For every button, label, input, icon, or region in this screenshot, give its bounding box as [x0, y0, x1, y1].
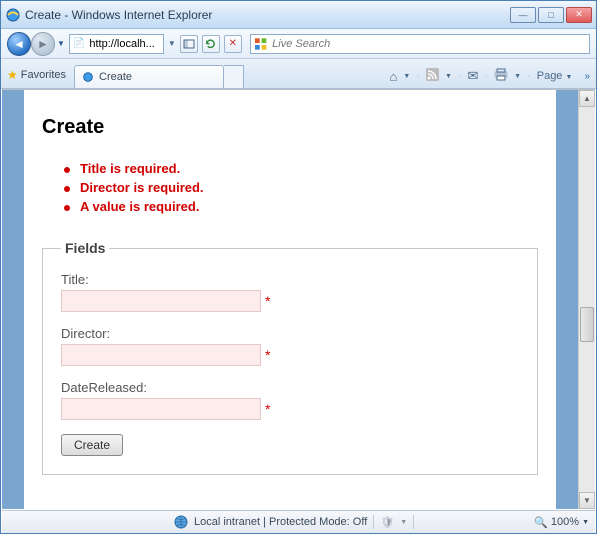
director-input[interactable]	[61, 344, 261, 366]
scroll-up-button[interactable]: ▲	[579, 90, 595, 107]
forward-button[interactable]: ►	[31, 32, 55, 56]
tab-bar: ★ Favorites Create ⌂▼ · ▼ · ✉ · ▼ · Page…	[1, 59, 596, 89]
search-box[interactable]	[250, 34, 590, 54]
navigation-bar: ◄ ► ▼ 📄 ▼ ✕	[1, 29, 596, 59]
zoom-control[interactable]: 🔍 100% ▼	[534, 516, 589, 529]
datereleased-label: DateReleased:	[61, 380, 519, 395]
title-input[interactable]	[61, 290, 261, 312]
feeds-icon[interactable]	[426, 68, 439, 84]
new-tab-button[interactable]	[224, 65, 244, 88]
maximize-button[interactable]: □	[538, 7, 564, 23]
mail-icon[interactable]: ✉	[468, 68, 479, 84]
address-dropdown-icon[interactable]: ▼	[168, 39, 176, 48]
create-button[interactable]: Create	[61, 434, 123, 456]
live-search-icon	[254, 37, 267, 51]
page-heading: Create	[42, 116, 538, 139]
security-zone-text: Local intranet | Protected Mode: Off	[194, 516, 367, 528]
ie-page-icon	[81, 70, 95, 84]
scroll-down-button[interactable]: ▼	[579, 492, 595, 509]
home-icon[interactable]: ⌂	[389, 69, 397, 84]
zoom-level: 100%	[551, 516, 579, 528]
scroll-track[interactable]	[579, 107, 595, 492]
tab-title: Create	[99, 71, 132, 83]
validation-error: A value is required.	[64, 199, 538, 214]
left-margin-decoration	[2, 90, 24, 509]
favorites-label: Favorites	[21, 69, 66, 81]
fieldset-legend: Fields	[61, 240, 109, 256]
tab-create[interactable]: Create	[74, 65, 224, 88]
director-label: Director:	[61, 326, 519, 341]
compat-view-button[interactable]	[180, 35, 198, 53]
datereleased-input[interactable]	[61, 398, 261, 420]
window-title: Create - Windows Internet Explorer	[25, 8, 510, 22]
required-indicator: *	[265, 347, 270, 363]
vertical-scrollbar[interactable]: ▲ ▼	[578, 90, 595, 509]
star-icon: ★	[7, 68, 18, 82]
zone-icon	[174, 515, 188, 529]
page-content: Create Title is required. Director is re…	[24, 90, 556, 509]
window-titlebar: Create - Windows Internet Explorer ― □ ✕	[1, 1, 596, 29]
required-indicator: *	[265, 401, 270, 417]
validation-error: Title is required.	[64, 161, 538, 176]
address-input[interactable]	[87, 37, 160, 51]
required-indicator: *	[265, 293, 270, 309]
search-input[interactable]	[270, 37, 586, 51]
title-label: Title:	[61, 272, 519, 287]
favorites-button[interactable]: ★ Favorites	[7, 68, 66, 88]
toolbar-chevron-icon[interactable]: »	[584, 71, 590, 82]
protected-mode-icon[interactable]: 🛡	[380, 516, 394, 529]
refresh-button[interactable]	[202, 35, 220, 53]
print-icon[interactable]	[494, 68, 508, 84]
scroll-thumb[interactable]	[580, 307, 594, 342]
right-margin-decoration	[556, 90, 578, 509]
page-menu[interactable]: Page ▼	[537, 70, 573, 82]
page-icon: 📄	[73, 38, 85, 49]
validation-error: Director is required.	[64, 180, 538, 195]
zoom-icon: 🔍	[534, 516, 548, 529]
minimize-button[interactable]: ―	[510, 7, 536, 23]
validation-summary: Title is required. Director is required.…	[64, 161, 538, 214]
fields-fieldset: Fields Title: * Director: * Dat	[42, 240, 538, 475]
back-button[interactable]: ◄	[7, 32, 31, 56]
recent-pages-dropdown-icon[interactable]: ▼	[57, 39, 65, 48]
status-bar: Local intranet | Protected Mode: Off 🛡▼ …	[2, 510, 595, 533]
ie-logo-icon	[5, 7, 21, 23]
address-bar[interactable]: 📄	[69, 34, 164, 54]
stop-button[interactable]: ✕	[224, 35, 242, 53]
close-button[interactable]: ✕	[566, 7, 592, 23]
